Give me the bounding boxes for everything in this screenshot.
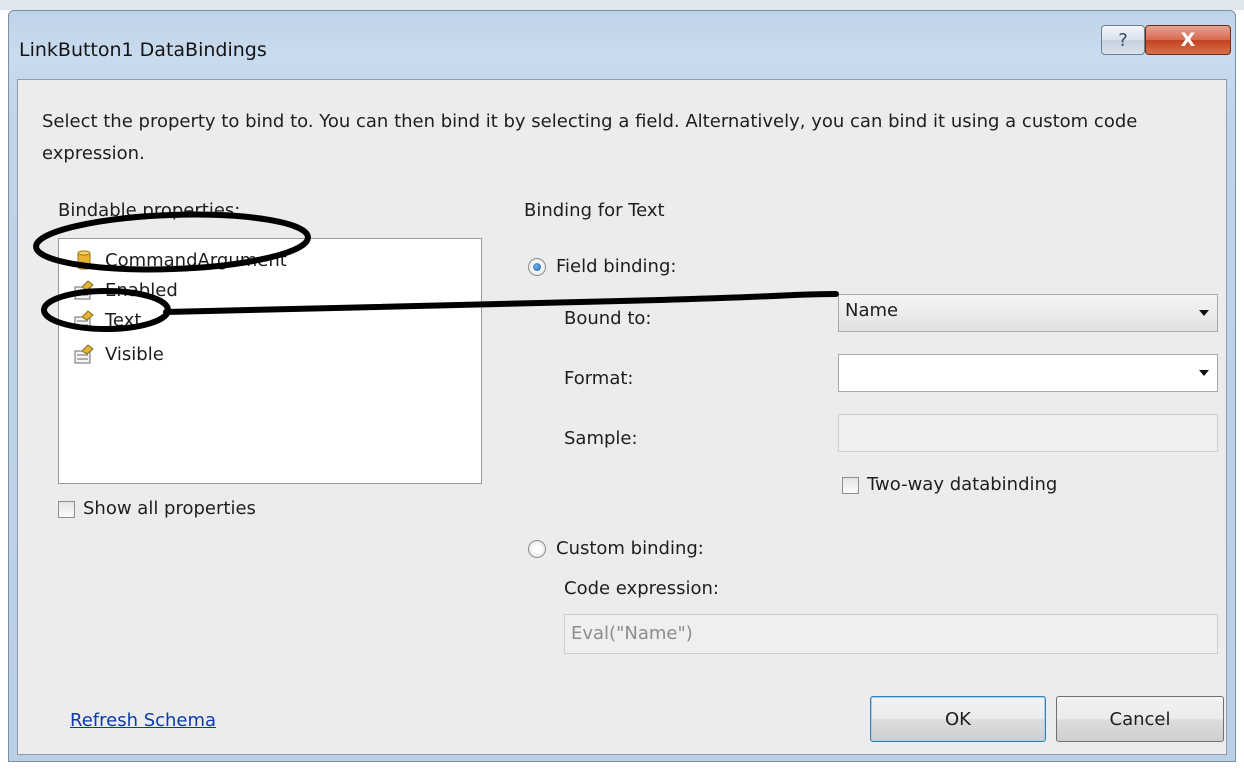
annotation-connector-line — [163, 291, 839, 315]
annotation-overlay — [33, 211, 839, 332]
annotation-circle-text — [41, 288, 171, 332]
annotation-circle-commandargument — [33, 211, 311, 273]
